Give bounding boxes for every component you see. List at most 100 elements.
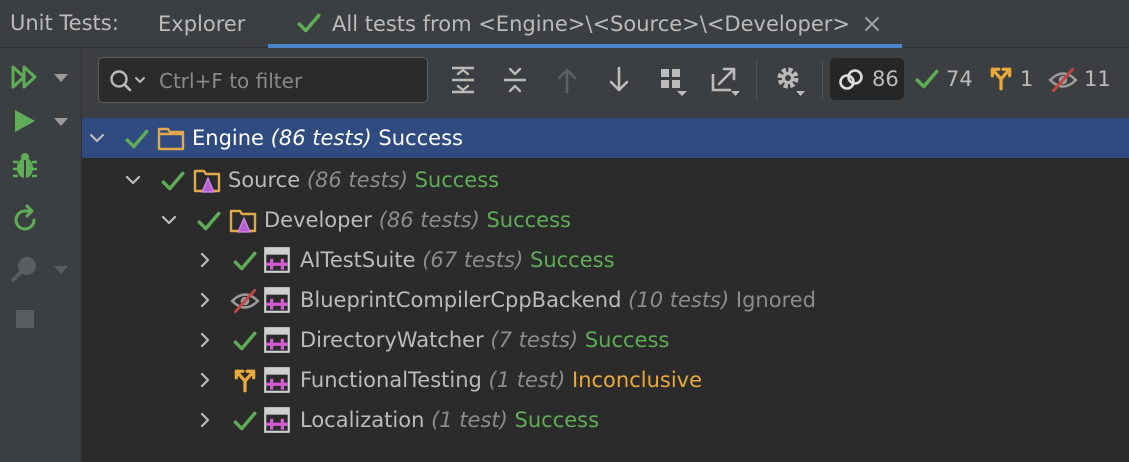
ignored-icon bbox=[230, 288, 260, 314]
inconclusive-tests-counter[interactable]: 1 bbox=[986, 58, 1038, 100]
gear-icon[interactable] bbox=[774, 64, 806, 96]
inconclusive-tests-count: 1 bbox=[1020, 67, 1034, 91]
node-status: Success bbox=[414, 168, 500, 192]
total-tests-count: 86 bbox=[872, 67, 899, 91]
stop-icon bbox=[16, 310, 34, 328]
node-status: Success bbox=[529, 248, 615, 272]
chevron-right-icon[interactable] bbox=[197, 252, 213, 268]
node-name: DirectoryWatcher bbox=[300, 328, 484, 352]
check-icon bbox=[196, 208, 222, 234]
test-class-icon bbox=[262, 245, 292, 275]
toolbar-separator bbox=[756, 60, 757, 100]
node-count: (67 tests) bbox=[422, 248, 524, 272]
expand-all-icon[interactable] bbox=[447, 64, 479, 96]
check-icon bbox=[232, 328, 258, 354]
node-name: BlueprintCompilerCppBackend bbox=[300, 288, 622, 312]
top-toolbar: 86 74 1 11 bbox=[82, 48, 1129, 118]
node-count: (1 test) bbox=[488, 368, 566, 392]
check-icon bbox=[232, 248, 258, 274]
node-name: Developer bbox=[264, 208, 373, 232]
tool-window-header: Unit Tests: Explorer All tests from <Eng… bbox=[0, 0, 1129, 48]
rerun-icon[interactable] bbox=[10, 204, 40, 234]
node-name: Localization bbox=[300, 408, 425, 432]
check-icon bbox=[296, 10, 322, 36]
chevron-down-icon[interactable] bbox=[125, 172, 141, 188]
chain-icon bbox=[839, 69, 863, 90]
node-name: Engine bbox=[192, 126, 264, 150]
test-class-icon bbox=[262, 365, 292, 395]
test-class-icon bbox=[262, 325, 292, 355]
export-icon[interactable] bbox=[709, 64, 741, 96]
tree-row-blueprintcompilercppbackend[interactable]: BlueprintCompilerCppBackend (10 tests) I… bbox=[82, 280, 1129, 320]
test-tree: Engine (86 tests) Success Source (86 tes… bbox=[82, 118, 1129, 462]
total-tests-counter[interactable]: 86 bbox=[830, 58, 904, 100]
node-status: Success bbox=[514, 408, 600, 432]
passed-tests-count: 74 bbox=[946, 67, 973, 91]
node-count: (1 test) bbox=[431, 408, 508, 432]
check-icon bbox=[160, 168, 186, 194]
cover-icon bbox=[11, 257, 36, 282]
folder-icon bbox=[157, 127, 185, 151]
tree-row-localization[interactable]: Localization (1 test) Success bbox=[82, 400, 1129, 440]
node-count: (7 tests) bbox=[490, 328, 579, 352]
arrow-up-icon bbox=[557, 68, 577, 94]
left-toolbar bbox=[0, 48, 82, 462]
run-all-icon[interactable] bbox=[10, 62, 40, 92]
node-name: AITestSuite bbox=[300, 248, 416, 272]
folder-project-icon bbox=[193, 169, 221, 193]
node-count: (86 tests) bbox=[306, 168, 408, 192]
tab-explorer[interactable]: Explorer bbox=[158, 0, 245, 48]
chevron-down-icon[interactable] bbox=[52, 72, 70, 84]
chevron-right-icon[interactable] bbox=[197, 332, 213, 348]
node-count: (86 tests) bbox=[270, 126, 372, 150]
debug-icon[interactable] bbox=[10, 150, 40, 182]
group-by-icon[interactable] bbox=[657, 64, 689, 96]
ignored-tests-count: 11 bbox=[1084, 67, 1111, 91]
node-count: (10 tests) bbox=[628, 288, 730, 312]
chevron-right-icon[interactable] bbox=[197, 292, 213, 308]
arrow-down-icon[interactable] bbox=[603, 64, 635, 96]
node-status: Success bbox=[486, 208, 571, 232]
node-status: Success bbox=[584, 328, 670, 352]
chevron-right-icon[interactable] bbox=[197, 372, 213, 388]
chevron-down-icon bbox=[54, 266, 68, 274]
chevron-down-icon[interactable] bbox=[89, 130, 105, 146]
test-class-icon bbox=[262, 285, 292, 315]
inconclusive-icon bbox=[988, 66, 1014, 92]
filter-input[interactable] bbox=[157, 66, 421, 96]
node-count: (86 tests) bbox=[378, 208, 480, 232]
node-status: Ignored bbox=[735, 288, 816, 312]
tree-row-functionaltesting[interactable]: FunctionalTesting (1 test) Inconclusive bbox=[82, 360, 1129, 400]
chevron-down-icon[interactable] bbox=[161, 212, 177, 228]
ignored-icon bbox=[1048, 67, 1078, 93]
chevron-down-icon[interactable] bbox=[52, 116, 70, 128]
tree-row-engine[interactable]: Engine (86 tests) Success bbox=[82, 118, 1129, 158]
chevron-right-icon[interactable] bbox=[197, 412, 213, 428]
tab-label: All tests from <Engine>\<Source>\<Develo… bbox=[332, 12, 851, 36]
inconclusive-icon bbox=[232, 368, 258, 394]
node-name: FunctionalTesting bbox=[300, 368, 482, 392]
node-name: Source bbox=[228, 168, 301, 192]
tree-row-source[interactable]: Source (86 tests) Success bbox=[82, 160, 1129, 200]
folder-project-icon bbox=[229, 209, 257, 233]
passed-tests-counter[interactable]: 74 bbox=[912, 58, 978, 100]
ignored-tests-counter[interactable]: 11 bbox=[1046, 58, 1112, 100]
tree-row-developer[interactable]: Developer (86 tests) Success bbox=[82, 200, 1129, 240]
check-icon bbox=[914, 66, 940, 92]
node-status: Success bbox=[378, 126, 463, 150]
close-icon[interactable] bbox=[862, 14, 882, 34]
collapse-all-icon[interactable] bbox=[499, 64, 531, 96]
check-icon bbox=[232, 408, 258, 434]
tab-label: Explorer bbox=[158, 12, 246, 36]
tree-row-directorywatcher[interactable]: DirectoryWatcher (7 tests) Success bbox=[82, 320, 1129, 360]
toolbar-separator bbox=[822, 60, 823, 100]
filter-field[interactable] bbox=[98, 57, 428, 103]
run-icon[interactable] bbox=[10, 106, 40, 136]
check-icon bbox=[124, 126, 150, 152]
tree-row-aitestsuite[interactable]: AITestSuite (67 tests) Success bbox=[82, 240, 1129, 280]
tab-all-tests-session[interactable]: All tests from <Engine>\<Source>\<Develo… bbox=[268, 0, 902, 48]
tool-window-title: Unit Tests: bbox=[10, 11, 119, 35]
node-status: Inconclusive bbox=[572, 368, 703, 392]
test-class-icon bbox=[262, 405, 292, 435]
search-icon[interactable] bbox=[109, 68, 149, 94]
